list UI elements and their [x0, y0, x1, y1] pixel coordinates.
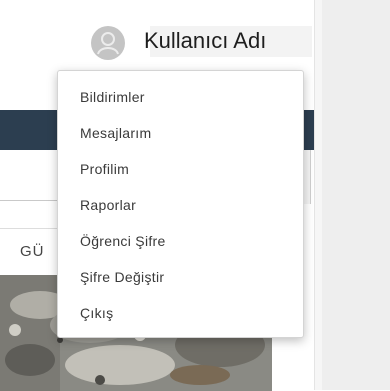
menu-item-bildirimler[interactable]: Bildirimler: [58, 79, 303, 115]
side-panel: [322, 0, 390, 390]
menu-item-ogrenci-sifre[interactable]: Öğrenci Şifre: [58, 223, 303, 259]
card-title: GÜ: [20, 243, 45, 260]
user-dropdown-menu: Bildirimler Mesajlarım Profilim Raporlar…: [57, 70, 304, 338]
menu-item-raporlar[interactable]: Raporlar: [58, 187, 303, 223]
user-profile-toggle[interactable]: Kullanıcı Adı: [88, 25, 316, 63]
menu-item-cikis[interactable]: Çıkış: [58, 295, 303, 331]
page-content: Kullanıcı Adı GÜ Bildirimler Mesajlarım …: [0, 0, 323, 391]
menu-item-sifre-degistir[interactable]: Şifre Değiştir: [58, 259, 303, 295]
user-icon: [97, 32, 119, 55]
content-divider: [0, 200, 60, 201]
menu-item-profilim[interactable]: Profilim: [58, 151, 303, 187]
menu-item-mesajlarim[interactable]: Mesajlarım: [58, 115, 303, 151]
user-name[interactable]: Kullanıcı Adı: [144, 28, 266, 54]
avatar[interactable]: [91, 26, 125, 60]
scrollbar[interactable]: [303, 150, 311, 204]
